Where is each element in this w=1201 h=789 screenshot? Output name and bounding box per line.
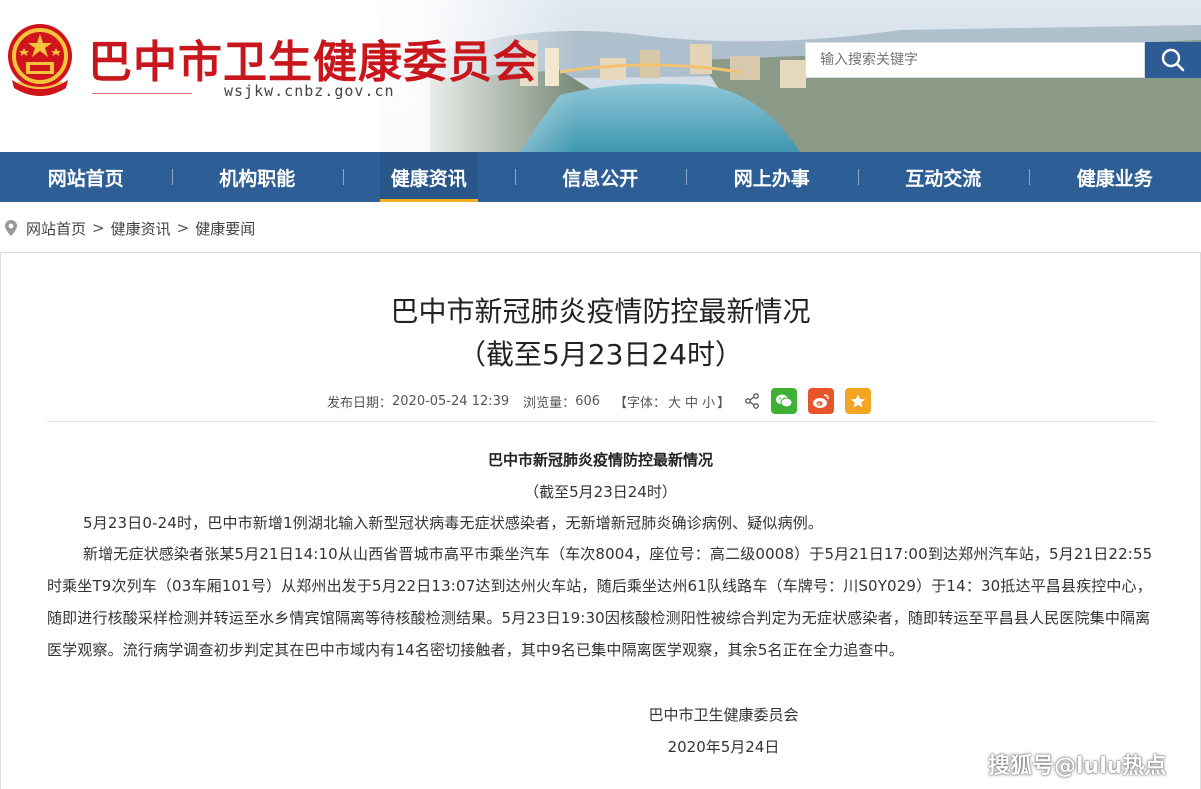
nav-item-label: 机构职能 bbox=[219, 167, 296, 190]
nav-item-online-services[interactable]: 网上办事 bbox=[686, 152, 858, 202]
watermark: 搜狐号@lulu热点 bbox=[988, 754, 1167, 779]
font-size-medium[interactable]: 中 bbox=[683, 392, 700, 411]
breadcrumb: 网站首页 > 健康资讯 > 健康要闻 bbox=[4, 217, 255, 239]
views-count: 606 bbox=[575, 393, 601, 409]
nav-item-label: 信息公开 bbox=[562, 167, 639, 190]
nav-item-label: 健康业务 bbox=[1076, 167, 1153, 190]
site-domain: wsjkw.cnbz.gov.cn bbox=[224, 82, 395, 100]
nav-item-info-disclosure[interactable]: 信息公开 bbox=[514, 152, 687, 202]
nav-item-home[interactable]: 网站首页 bbox=[0, 152, 172, 202]
header-banner: 巴中市卫生健康委员会 wsjkw.cnbz.gov.cn bbox=[0, 0, 1201, 152]
search-button[interactable] bbox=[1145, 42, 1201, 78]
body-paragraph: 新增无症状感染者张某5月21日14:10从山西省晋城市高平市乘坐汽车（车次800… bbox=[47, 545, 1153, 659]
wechat-icon[interactable] bbox=[771, 388, 798, 414]
article-meta: 发布日期： 2020-05-24 12:39 浏览量： 606 【字体： 大 中… bbox=[327, 388, 872, 414]
font-size-label: 【字体： bbox=[614, 395, 667, 411]
share-icon[interactable] bbox=[744, 393, 760, 409]
breadcrumb-current[interactable]: 健康要闻 bbox=[195, 218, 255, 239]
nav-item-label: 网站首页 bbox=[47, 167, 124, 190]
body-date: （截至5月23日24时） bbox=[524, 483, 677, 501]
breadcrumb-separator: > bbox=[92, 219, 105, 237]
nav-item-interaction[interactable]: 互动交流 bbox=[857, 152, 1030, 202]
font-size-label-close: 】 bbox=[717, 395, 731, 411]
breadcrumb-health-news-link[interactable]: 健康资讯 bbox=[111, 218, 171, 239]
article-title-subline: （截至5月23日24时） bbox=[457, 338, 744, 371]
weibo-icon[interactable] bbox=[808, 388, 835, 414]
site-name-rule bbox=[92, 93, 192, 94]
article-signature: 巴中市卫生健康委员会 bbox=[648, 706, 799, 724]
breadcrumb-home-link[interactable]: 网站首页 bbox=[26, 218, 86, 239]
search-icon bbox=[1161, 48, 1185, 72]
article-title: 巴中市新冠肺炎疫情防控最新情况 bbox=[390, 295, 811, 328]
national-emblem-icon bbox=[8, 24, 72, 96]
nav-item-health-business[interactable]: 健康业务 bbox=[1029, 152, 1201, 202]
publish-date: 2020-05-24 12:39 bbox=[392, 393, 510, 409]
views-label: 浏览量： bbox=[523, 395, 576, 411]
nav-item-label: 健康资讯 bbox=[390, 167, 467, 190]
nav-item-label: 网上办事 bbox=[733, 167, 810, 190]
body-paragraph: 5月23日0-24时，巴中市新增1例湖北输入新型冠状病毒无症状感染者，无新增新冠… bbox=[83, 514, 824, 532]
search-input[interactable] bbox=[805, 42, 1145, 78]
site-name: 巴中市卫生健康委员会 bbox=[88, 37, 538, 88]
nav-item-health-news[interactable]: 健康资讯 bbox=[343, 152, 515, 202]
body-title: 巴中市新冠肺炎疫情防控最新情况 bbox=[487, 451, 713, 469]
nav-item-functions[interactable]: 机构职能 bbox=[171, 152, 344, 202]
publish-date-label: 发布日期： bbox=[327, 395, 393, 411]
active-tab-underline bbox=[380, 199, 478, 202]
favorite-icon[interactable] bbox=[845, 388, 872, 414]
location-pin-icon bbox=[5, 220, 17, 236]
breadcrumb-separator: > bbox=[176, 219, 190, 237]
nav-item-label: 互动交流 bbox=[905, 167, 982, 190]
main-nav: 网站首页 机构职能 健康资讯 信息公开 网上办事 互动交流 健康业务 bbox=[0, 152, 1201, 202]
divider bbox=[47, 421, 1155, 422]
font-size-small[interactable]: 小 bbox=[700, 392, 717, 411]
font-size-large[interactable]: 大 bbox=[666, 392, 683, 411]
